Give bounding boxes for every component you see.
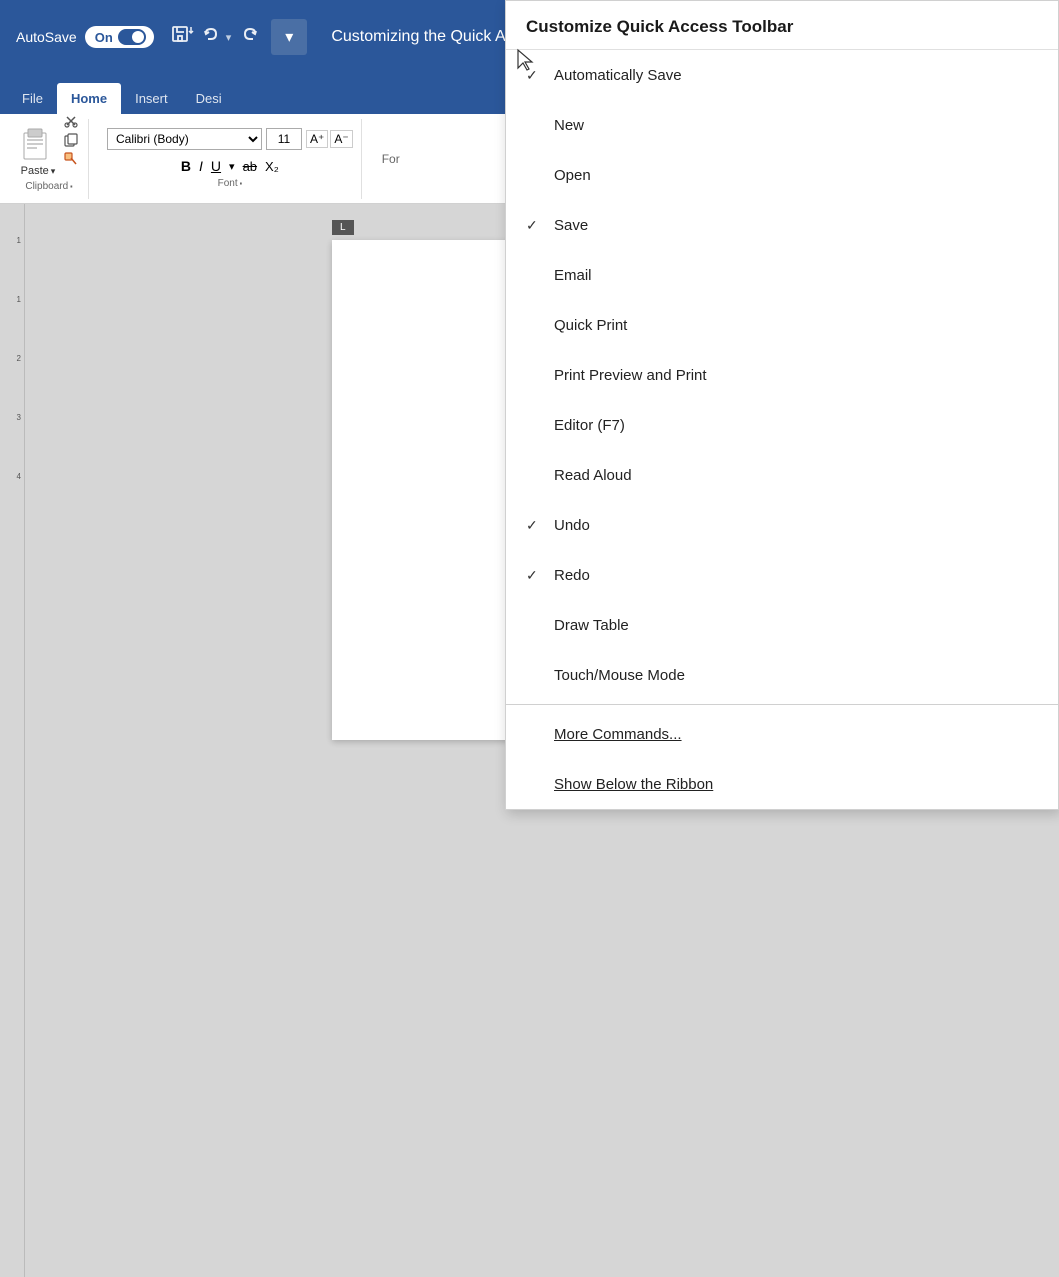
paste-label: Paste [21, 165, 49, 177]
tab-design[interactable]: Desi [182, 83, 236, 114]
menu-item-label-editor: Editor (F7) [554, 417, 1038, 434]
undo-arrow-icon[interactable]: ▾ [226, 31, 232, 44]
save-to-cloud-icon[interactable] [170, 23, 194, 52]
menu-item-label-automatically-save: Automatically Save [554, 67, 1038, 84]
copy-button[interactable] [64, 133, 78, 147]
menu-item-email[interactable]: Email [506, 250, 1058, 300]
menu-item-new[interactable]: New [506, 100, 1058, 150]
font-size-arrows: A⁺ A⁻ [306, 130, 353, 148]
font-name-select[interactable]: Calibri (Body) [107, 128, 262, 150]
menu-item-quick-print[interactable]: Quick Print [506, 300, 1058, 350]
format-painter-icon [64, 151, 78, 165]
menu-item-automatically-save[interactable]: ✓ Automatically Save [506, 50, 1058, 100]
menu-item-label-quick-print: Quick Print [554, 317, 1038, 334]
dropdown-title: Customize Quick Access Toolbar [506, 1, 1058, 50]
menu-item-label-read-aloud: Read Aloud [554, 467, 1038, 484]
font-group-label: Font [218, 178, 238, 189]
copy-icon [64, 133, 78, 147]
font-size-input[interactable] [266, 128, 302, 150]
clipboard-group-label: Clipboard [25, 181, 68, 192]
undo-icon[interactable] [202, 25, 222, 50]
paste-button[interactable]: Paste ▾ [20, 125, 56, 177]
menu-item-label-redo: Redo [554, 567, 1038, 584]
font-expand-icon[interactable]: ⬝ [240, 178, 242, 189]
increase-font-button[interactable]: A⁺ [306, 130, 328, 148]
ruler-mark-5: 4 [0, 472, 24, 481]
menu-item-label-draw-table: Draw Table [554, 617, 1038, 634]
bold-button[interactable]: B [181, 158, 191, 174]
check-mark-save: ✓ [526, 217, 554, 234]
menu-item-read-aloud[interactable]: Read Aloud [506, 450, 1058, 500]
format-group: For [372, 119, 410, 199]
toggle-on-label: On [95, 30, 113, 45]
check-mark-automatically-save: ✓ [526, 67, 554, 84]
autosave-toggle[interactable]: On [85, 26, 154, 48]
menu-item-touch-mouse-mode[interactable]: Touch/Mouse Mode [506, 650, 1058, 700]
strikethrough-button[interactable]: ab [243, 159, 257, 174]
menu-item-save[interactable]: ✓ Save [506, 200, 1058, 250]
paste-icon [20, 125, 56, 165]
menu-item-label-print-preview: Print Preview and Print [554, 367, 1038, 384]
quick-access-toolbar-icons: ▾ [170, 23, 260, 52]
tab-insert[interactable]: Insert [121, 83, 182, 114]
ruler-mark-3: 2 [0, 354, 24, 363]
italic-button[interactable]: I [199, 158, 203, 174]
ruler-mark-2: 1 [0, 295, 24, 304]
dropdown-arrow-icon: ▾ [285, 27, 293, 47]
menu-item-label-show-below-ribbon: Show Below the Ribbon [554, 776, 1038, 793]
decrease-font-button[interactable]: A⁻ [330, 130, 352, 148]
window-title: Customizing the Quick Acc [331, 28, 521, 46]
cut-button[interactable] [64, 115, 78, 129]
menu-item-open[interactable]: Open [506, 150, 1058, 200]
underline-dropdown-icon[interactable]: ▾ [229, 160, 235, 173]
menu-item-label-undo: Undo [554, 517, 1038, 534]
clipboard-group: Paste ▾ [10, 119, 89, 199]
tab-home[interactable]: Home [57, 83, 121, 114]
clipboard-expand-icon[interactable]: ⬝ [70, 181, 72, 192]
paste-dropdown-arrow[interactable]: ▾ [51, 166, 56, 177]
format-group-label: For [382, 152, 400, 166]
font-group: Calibri (Body) A⁺ A⁻ B I U ▾ ab X₂ Font … [99, 119, 362, 199]
ruler-mark-1: 1 [0, 236, 24, 245]
menu-item-print-preview[interactable]: Print Preview and Print [506, 350, 1058, 400]
subscript-button[interactable]: X₂ [265, 159, 279, 174]
menu-item-editor[interactable]: Editor (F7) [506, 400, 1058, 450]
menu-item-draw-table[interactable]: Draw Table [506, 600, 1058, 650]
check-mark-undo: ✓ [526, 517, 554, 534]
cut-copy-format-group [64, 115, 78, 165]
customize-quick-access-button[interactable]: ▾ [271, 19, 307, 55]
vertical-ruler: 1 1 2 3 4 [0, 204, 25, 1277]
tab-file[interactable]: File [8, 83, 57, 114]
menu-item-more-commands[interactable]: More Commands... [506, 709, 1058, 759]
ruler-mark-4: 3 [0, 413, 24, 422]
menu-item-label-touch-mouse-mode: Touch/Mouse Mode [554, 667, 1038, 684]
menu-item-label-save: Save [554, 217, 1038, 234]
customize-quick-access-dropdown: Customize Quick Access Toolbar ✓ Automat… [505, 0, 1059, 810]
autosave-label: AutoSave [16, 29, 77, 45]
redo-icon[interactable] [239, 25, 259, 50]
menu-item-show-below-ribbon[interactable]: Show Below the Ribbon [506, 759, 1058, 809]
format-painter-button[interactable] [64, 151, 78, 165]
menu-item-undo[interactable]: ✓ Undo [506, 500, 1058, 550]
dropdown-divider [506, 704, 1058, 705]
menu-item-label-new: New [554, 117, 1038, 134]
check-mark-redo: ✓ [526, 567, 554, 584]
toggle-switch-indicator [118, 29, 146, 45]
menu-item-label-email: Email [554, 267, 1038, 284]
page-tab: L [332, 220, 354, 235]
menu-item-label-more-commands: More Commands... [554, 726, 1038, 743]
menu-item-redo[interactable]: ✓ Redo [506, 550, 1058, 600]
menu-item-label-open: Open [554, 167, 1038, 184]
underline-button[interactable]: U [211, 158, 221, 174]
cut-icon [64, 115, 78, 129]
